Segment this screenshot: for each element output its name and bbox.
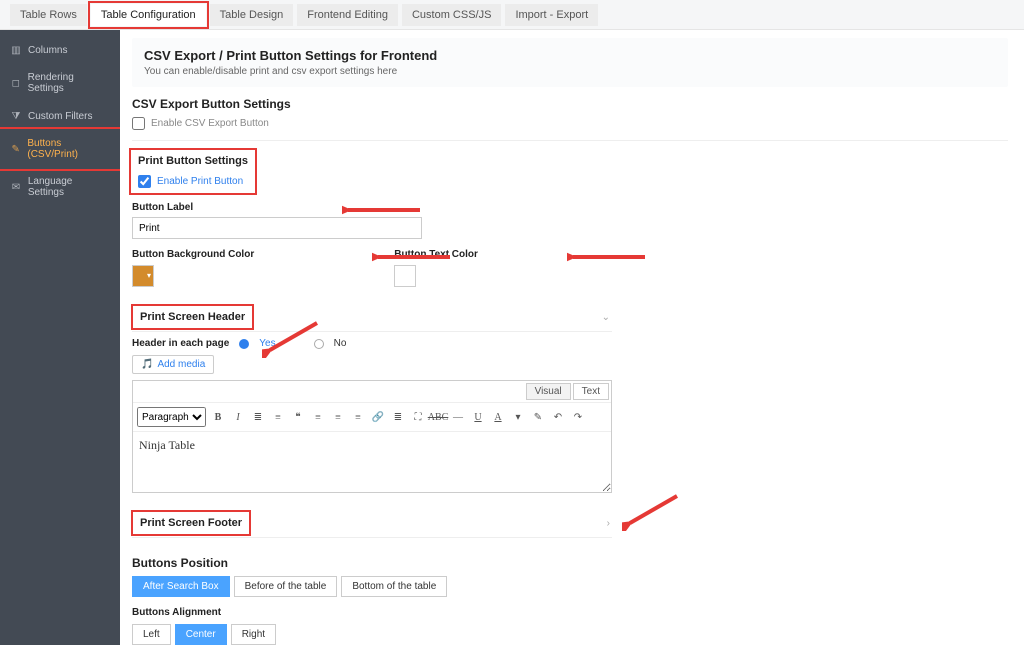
sidebar-item-rendering[interactable]: ◻ Rendering Settings <box>0 64 120 102</box>
bold-icon[interactable]: B <box>210 409 226 425</box>
add-media-label: Add media <box>157 359 205 370</box>
seg-align-left[interactable]: Left <box>132 624 171 645</box>
tab-custom-css[interactable]: Custom CSS/JS <box>402 4 501 26</box>
print-section-title: Print Button Settings <box>132 151 254 171</box>
enable-csv-input[interactable] <box>132 117 145 130</box>
textcolor-icon[interactable]: A <box>490 409 506 425</box>
enable-print-checkbox[interactable]: Enable Print Button <box>132 175 254 192</box>
sidebar-item-buttons[interactable]: ✎ Buttons (CSV/Print) <box>0 130 120 168</box>
enable-print-label: Enable Print Button <box>157 176 243 187</box>
seg-align-center[interactable]: Center <box>175 624 227 645</box>
sidebar-item-filters[interactable]: ⧩ Custom Filters <box>0 102 120 130</box>
redo-icon[interactable]: ↷ <box>570 409 586 425</box>
buttons-alignment-title: Buttons Alignment <box>132 607 1008 618</box>
buttons-position-group: After Search Box Before of the table Bot… <box>132 576 1008 597</box>
print-header-title: Print Screen Header <box>134 307 251 327</box>
chevron-down-icon: ▾ <box>147 272 151 280</box>
header-each-page-label: Header in each page <box>132 338 229 349</box>
readmore-icon[interactable]: ≣ <box>390 409 406 425</box>
text-color-title: Button Text Color <box>394 249 478 260</box>
filter-icon: ⧩ <box>10 110 22 122</box>
buttons-alignment-group: Left Center Right <box>132 624 1008 645</box>
align-left-icon[interactable]: ≡ <box>310 409 326 425</box>
print-footer-title: Print Screen Footer <box>134 513 248 533</box>
csv-section-title: CSV Export Button Settings <box>132 97 1008 111</box>
tab-frontend-editing[interactable]: Frontend Editing <box>297 4 398 26</box>
rich-text-editor: Visual Text Paragraph B I ≣ ≡ ❝ ≡ ≡ ≡ 🔗 … <box>132 380 612 493</box>
tab-import-export[interactable]: Import - Export <box>505 4 598 26</box>
radio-yes[interactable] <box>239 339 249 349</box>
page-title: CSV Export / Print Button Settings for F… <box>144 48 996 63</box>
editor-content[interactable]: Ninja Table <box>133 432 611 492</box>
buttons-icon: ✎ <box>10 143 21 155</box>
sidebar-item-label: Language Settings <box>28 176 110 198</box>
top-tabs: Table Rows Table Configuration Table Des… <box>0 0 1024 30</box>
seg-after-search[interactable]: After Search Box <box>132 576 230 597</box>
seg-before-table[interactable]: Before of the table <box>234 576 338 597</box>
clear-format-icon[interactable]: ✎ <box>530 409 546 425</box>
sidebar: ▥ Columns ◻ Rendering Settings ⧩ Custom … <box>0 30 120 645</box>
sidebar-item-label: Buttons (CSV/Print) <box>27 138 110 160</box>
editor-tab-text[interactable]: Text <box>573 383 609 400</box>
tab-table-rows[interactable]: Table Rows <box>10 4 87 26</box>
chevron-down-icon[interactable]: ⌄ <box>602 312 610 323</box>
enable-csv-checkbox[interactable]: Enable CSV Export Button <box>132 117 1008 130</box>
underline-icon[interactable]: U <box>470 409 486 425</box>
editor-toolbar: Paragraph B I ≣ ≡ ❝ ≡ ≡ ≡ 🔗 ≣ ⛶ ABC ― U … <box>133 403 611 432</box>
columns-icon: ▥ <box>10 44 22 56</box>
fullscreen-icon[interactable]: ⛶ <box>410 409 426 425</box>
seg-align-right[interactable]: Right <box>231 624 276 645</box>
radio-yes-label: Yes <box>259 338 275 349</box>
sidebar-item-columns[interactable]: ▥ Columns <box>0 36 120 64</box>
button-label-input[interactable] <box>132 217 422 239</box>
bg-color-swatch[interactable]: ▾ <box>132 265 154 287</box>
radio-no-label: No <box>334 338 347 349</box>
undo-icon[interactable]: ↶ <box>550 409 566 425</box>
add-media-button[interactable]: 🎵 Add media <box>132 355 214 374</box>
italic-icon[interactable]: I <box>230 409 246 425</box>
chevron-right-icon[interactable]: › <box>607 518 610 529</box>
sidebar-item-label: Custom Filters <box>28 111 92 122</box>
bullet-list-icon[interactable]: ≣ <box>250 409 266 425</box>
textcolor-chevron-icon[interactable]: ▾ <box>510 409 526 425</box>
tab-table-configuration[interactable]: Table Configuration <box>91 4 206 26</box>
link-icon[interactable]: 🔗 <box>370 409 386 425</box>
annotation-arrow <box>622 491 682 531</box>
seg-bottom-table[interactable]: Bottom of the table <box>341 576 447 597</box>
enable-csv-label: Enable CSV Export Button <box>151 118 269 129</box>
language-icon: ✉ <box>10 181 22 193</box>
media-icon: 🎵 <box>141 359 153 370</box>
align-right-icon[interactable]: ≡ <box>350 409 366 425</box>
editor-tab-visual[interactable]: Visual <box>526 383 571 400</box>
hr-icon[interactable]: ― <box>450 409 466 425</box>
sidebar-item-language[interactable]: ✉ Language Settings <box>0 168 120 206</box>
sidebar-item-label: Rendering Settings <box>28 72 110 94</box>
bg-color-title: Button Background Color <box>132 249 254 260</box>
blockquote-icon[interactable]: ❝ <box>290 409 306 425</box>
strike-icon[interactable]: ABC <box>430 409 446 425</box>
align-center-icon[interactable]: ≡ <box>330 409 346 425</box>
tab-table-design[interactable]: Table Design <box>210 4 294 26</box>
sidebar-item-label: Columns <box>28 45 67 56</box>
ordered-list-icon[interactable]: ≡ <box>270 409 286 425</box>
enable-print-input[interactable] <box>138 175 151 188</box>
annotation-arrow <box>567 247 647 267</box>
button-label-title: Button Label <box>132 202 1008 213</box>
page-subtitle: You can enable/disable print and csv exp… <box>144 66 996 77</box>
format-select[interactable]: Paragraph <box>137 407 206 427</box>
main-content: CSV Export / Print Button Settings for F… <box>120 30 1024 645</box>
radio-no[interactable] <box>314 339 324 349</box>
buttons-position-title: Buttons Position <box>132 556 1008 570</box>
rendering-icon: ◻ <box>10 77 22 89</box>
text-color-swatch[interactable] <box>394 265 416 287</box>
